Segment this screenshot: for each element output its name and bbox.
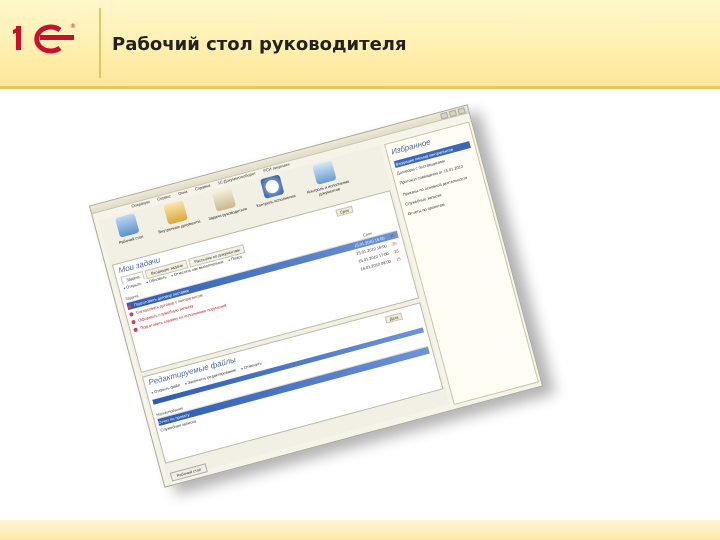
window-controls (440, 107, 466, 120)
header-divider (99, 8, 101, 78)
1c-logo-icon: ® (13, 23, 76, 54)
task-count: 15 (395, 255, 402, 262)
task-status-icon (130, 319, 136, 325)
task-status-icon (133, 326, 138, 332)
toolbar-item-control[interactable]: Контроль исполнения (247, 171, 298, 209)
toolbar-item-documents[interactable]: Внутренние документы (151, 197, 202, 235)
toolbar-item-doc-control[interactable]: Контроль и исполнение документов (300, 157, 353, 200)
svg-text:®: ® (70, 23, 76, 30)
task-count: 25 (391, 240, 398, 247)
tasks-icon (115, 213, 140, 238)
task-status-icon (128, 311, 134, 317)
files-date-filter[interactable]: Дата (384, 312, 403, 324)
minimize-icon[interactable] (440, 111, 449, 120)
maximize-icon[interactable] (448, 109, 458, 118)
task-status-icon (126, 303, 132, 309)
close-icon[interactable] (457, 107, 466, 115)
task-count: 25 (393, 248, 400, 255)
app-window: Операции Сервис Окна Справка 1С:Документ… (88, 104, 544, 488)
date-filter[interactable]: Срок (335, 205, 354, 217)
menu-item[interactable]: Окна (178, 189, 188, 196)
list-icon (211, 187, 237, 212)
slide-title: Рабочий стол руководителя (112, 34, 407, 55)
header-underline (0, 86, 720, 89)
cancel-button[interactable]: Отменить (240, 360, 262, 370)
clock-icon (259, 174, 285, 199)
slide-footer (0, 520, 720, 540)
toolbar-item-desktop[interactable]: Рабочий стол (103, 210, 154, 248)
documents-icon (163, 200, 188, 225)
toolbar-item-manager-tasks[interactable]: Задачи руководителя (199, 184, 250, 222)
task-count: 25 (389, 232, 396, 239)
contacts-icon (312, 160, 337, 185)
